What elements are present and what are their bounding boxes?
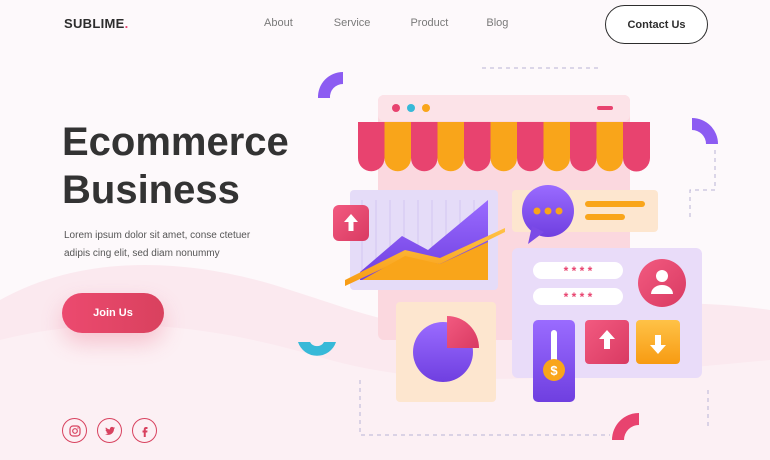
currency-symbol: $	[550, 363, 558, 378]
hero-desc-line-2: adipis cing elit, sed diam nonummy	[64, 248, 220, 259]
growth-chart-card	[345, 190, 505, 290]
contact-us-button[interactable]: Contact Us	[605, 5, 708, 44]
shop-awning	[358, 122, 650, 172]
brand-name: SUBLIME	[64, 16, 125, 31]
window-menu-bar	[597, 106, 613, 110]
facebook-link[interactable]	[132, 418, 157, 443]
nav-service[interactable]: Service	[334, 17, 371, 29]
hero-title-line-1: Ecommerce	[62, 120, 289, 164]
brand-dot: .	[124, 16, 129, 31]
instagram-link[interactable]	[62, 418, 87, 443]
main-nav: About Service Product Blog	[264, 17, 508, 29]
hero-title-line-2: Business	[62, 168, 240, 212]
facebook-icon	[142, 426, 147, 437]
window-dot-blue	[407, 104, 415, 112]
brand-logo[interactable]: SUBLIME.	[64, 16, 129, 31]
join-us-button[interactable]: Join Us	[62, 293, 164, 333]
hero-desc-line-1: Lorem ipsum dolor sit amet, conse ctetue…	[64, 230, 251, 241]
social-links	[62, 418, 157, 443]
teal-arc-shape	[298, 342, 336, 356]
pink-arc-shape	[612, 413, 639, 440]
purple-arc-shape-right	[692, 118, 718, 144]
hero-description: Lorem ipsum dolor sit amet, conse ctetue…	[64, 227, 294, 263]
twitter-link[interactable]	[97, 418, 122, 443]
password-mask-1: * * * *	[564, 264, 593, 278]
window-dot-orange	[422, 104, 430, 112]
purple-arc-shape	[317, 71, 343, 98]
nav-product[interactable]: Product	[410, 17, 448, 29]
hero-title: Ecommerce Business	[62, 118, 322, 214]
nav-about[interactable]: About	[264, 17, 293, 29]
nav-blog[interactable]: Blog	[486, 17, 508, 29]
instagram-icon	[68, 424, 81, 437]
password-mask-2: * * * *	[564, 290, 593, 304]
ecommerce-illustration: * * * * * * * * $	[298, 67, 718, 440]
window-dot-red	[392, 104, 400, 112]
user-avatar-icon	[638, 259, 686, 307]
twitter-icon	[104, 426, 115, 435]
